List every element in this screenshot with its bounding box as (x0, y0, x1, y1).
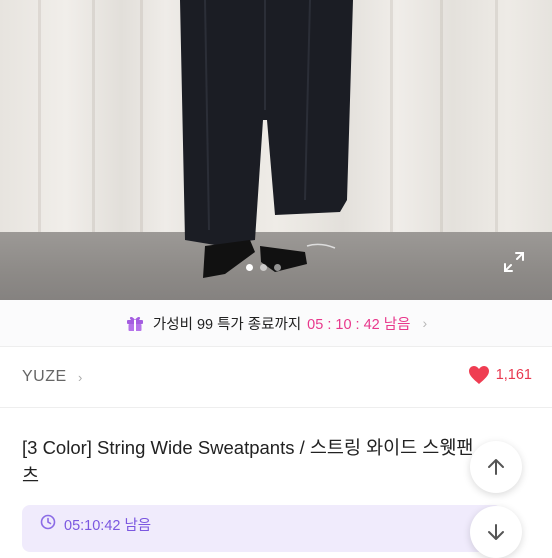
scroll-down-button[interactable] (470, 506, 522, 558)
seller-row[interactable]: YUZE › 1,161 (0, 346, 552, 408)
chevron-right-icon: › (78, 370, 83, 385)
carousel-dot[interactable] (260, 264, 267, 271)
promo-timer: 05 : 10 : 42 남음 (307, 316, 411, 333)
like-button[interactable]: 1,161 (468, 365, 532, 385)
carousel-dot[interactable] (274, 264, 281, 271)
heart-icon (468, 366, 489, 384)
curtain-fold (440, 0, 443, 235)
product-photo (180, 0, 353, 245)
clock-icon (40, 514, 56, 530)
product-title: [3 Color] String Wide Sweatpants / 스트링 와… (22, 437, 474, 486)
arrow-up-icon (488, 459, 504, 475)
gift-icon (126, 316, 143, 331)
curtain-fold (140, 0, 143, 235)
product-image-gallery[interactable] (0, 0, 552, 300)
like-count: 1,161 (495, 367, 532, 383)
promo-banner[interactable]: 가성비 99 특가 종료까지 05 : 10 : 42 남음 › (0, 300, 552, 346)
countdown-box: 05:10:42 남음 (22, 505, 502, 552)
seller-name[interactable]: YUZE (22, 368, 67, 386)
chevron-right-icon: › (422, 315, 428, 331)
curtain-fold (92, 0, 95, 235)
carousel-indicators[interactable] (246, 264, 281, 271)
shoe (203, 240, 336, 278)
curtain-fold (495, 0, 498, 235)
countdown-text: 05:10:42 남음 (64, 518, 152, 534)
scroll-up-button[interactable] (470, 441, 522, 493)
arrow-down-icon (488, 524, 504, 540)
carousel-dot[interactable] (246, 264, 253, 271)
promo-label: 가성비 99 특가 종료까지 (152, 316, 302, 333)
expand-icon[interactable] (502, 250, 526, 274)
curtain-fold (390, 0, 393, 235)
curtain-fold (38, 0, 41, 235)
